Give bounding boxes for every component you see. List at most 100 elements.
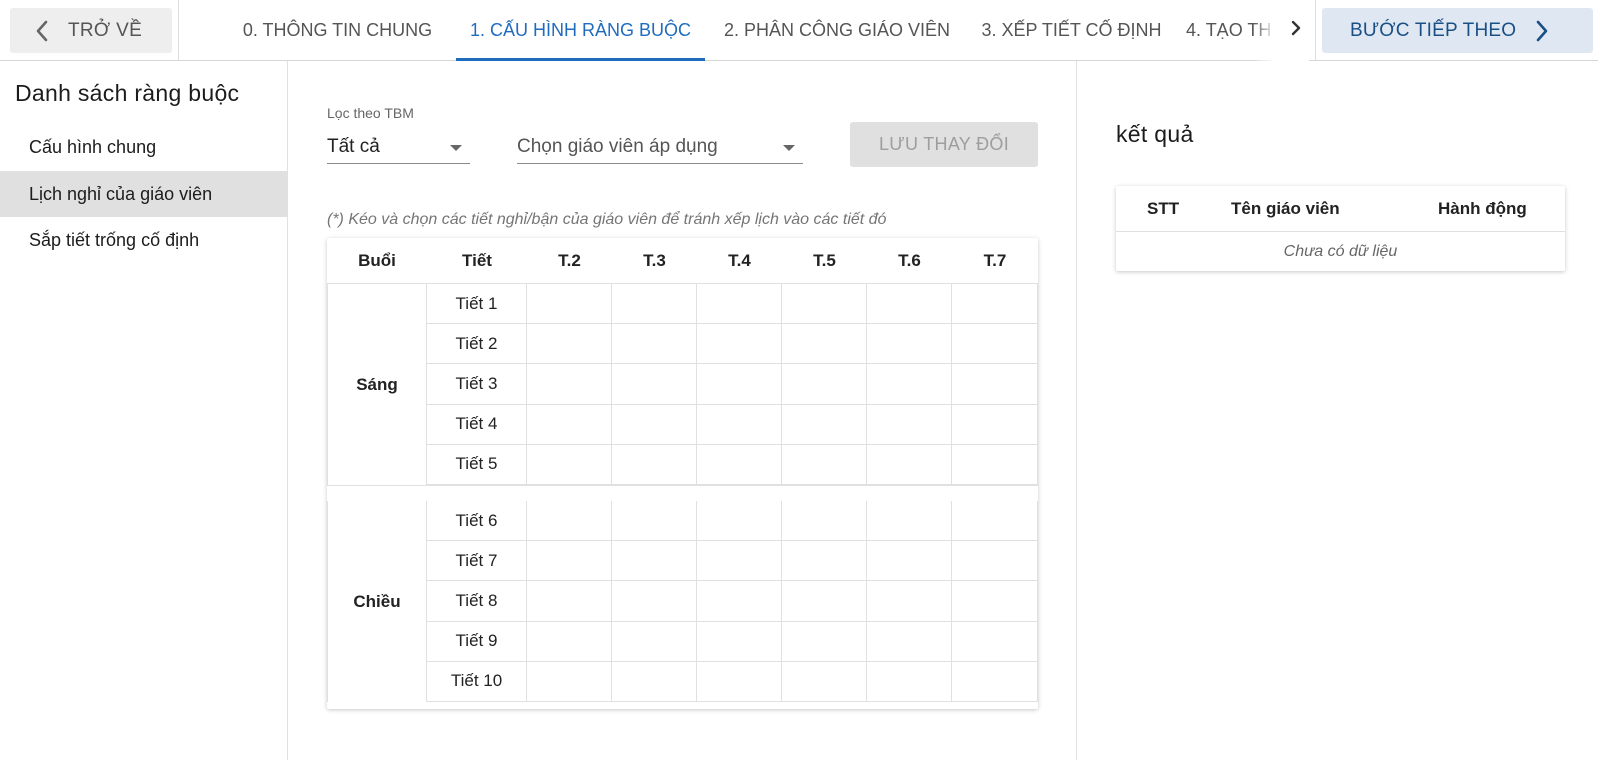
period-label: Tiết 6 [427,501,527,542]
schedule-slot[interactable] [952,621,1038,662]
schedule-slot[interactable] [867,284,952,325]
tab-teacher-assignment[interactable]: 2. PHÂN CÔNG GIÁO VIÊN [714,0,960,61]
schedule-slot[interactable] [527,621,612,662]
schedule-slot[interactable] [782,541,867,582]
period-label: Tiết 2 [427,324,527,365]
schedule-slot[interactable] [782,284,867,325]
schedule-slot[interactable] [612,404,697,445]
schedule-slot[interactable] [952,501,1038,542]
schedule-slot[interactable] [612,324,697,365]
constraints-sidebar: Danh sách ràng buộc Cấu hình chung Lịch … [0,61,288,760]
schedule-slot[interactable] [612,661,697,702]
schedule-slot[interactable] [782,404,867,445]
schedule-slot[interactable] [697,621,782,662]
schedule-slot[interactable] [612,501,697,542]
col-header-day: T.4 [728,250,751,270]
schedule-slot[interactable] [782,621,867,662]
result-title: kết quả [1116,121,1194,147]
period-label: Tiết 9 [427,621,527,662]
schedule-slot[interactable] [527,501,612,542]
schedule-slot[interactable] [782,324,867,365]
schedule-slot[interactable] [527,541,612,582]
schedule-slot[interactable] [697,284,782,325]
period-label: Tiết 7 [427,541,527,582]
schedule-hint: (*) Kéo và chọn các tiết nghỉ/bận của gi… [327,211,887,228]
schedule-slot[interactable] [952,364,1038,405]
schedule-slot[interactable] [782,581,867,622]
schedule-slot[interactable] [867,444,952,485]
schedule-slot[interactable] [612,541,697,582]
period-label: Tiết 4 [427,404,527,445]
schedule-slot[interactable] [867,581,952,622]
schedule-slot[interactable] [867,324,952,365]
tab-general-info[interactable]: 0. THÔNG TIN CHUNG [228,0,447,61]
col-header-day: T.7 [983,250,1007,270]
col-header-session: Buổi [358,250,396,270]
result-table: STT Tên giáo viên Hành động Chưa có dữ l… [1116,186,1565,271]
back-button[interactable]: TRỞ VỀ [10,8,172,53]
schedule-slot[interactable] [952,284,1038,325]
schedule-slot[interactable] [697,501,782,542]
schedule-slot[interactable] [697,404,782,445]
col-header-day: T.3 [643,250,666,270]
schedule-slot[interactable] [612,444,697,485]
schedule-slot[interactable] [867,501,952,542]
schedule-slot[interactable] [782,364,867,405]
panel-divider [1076,61,1077,760]
schedule-slot[interactable] [612,581,697,622]
schedule-slot[interactable] [952,444,1038,485]
schedule-slot[interactable] [527,284,612,325]
tab-fixed-periods[interactable]: 3. XẾP TIẾT CỐ ĐỊNH [968,0,1175,61]
schedule-slot[interactable] [952,661,1038,702]
schedule-slot[interactable] [697,661,782,702]
schedule-slot[interactable] [697,541,782,582]
teacher-select[interactable]: Chọn giáo viên áp dụng [517,132,803,164]
schedule-slot[interactable] [697,444,782,485]
next-step-button[interactable]: BƯỚC TIẾP THEO [1322,8,1593,53]
schedule-slot[interactable] [867,364,952,405]
schedule-slot[interactable] [527,324,612,365]
sidebar-item-teacher-leave[interactable]: Lịch nghỉ của giáo viên [0,171,288,217]
schedule-slot[interactable] [867,404,952,445]
schedule-slot[interactable] [697,364,782,405]
schedule-slot[interactable] [952,404,1038,445]
schedule-slot[interactable] [527,581,612,622]
schedule-slot[interactable] [867,661,952,702]
chevron-right-icon [1530,19,1554,43]
sidebar-title: Danh sách ràng buộc [15,80,240,106]
tabs-scroll-next[interactable] [1283,17,1309,43]
sidebar-item-fixed-free-periods[interactable]: Sắp tiết trống cố định [0,217,288,263]
col-header-day: T.2 [558,250,581,270]
period-label: Tiết 8 [427,581,527,622]
sidebar-item-general-config[interactable]: Cấu hình chung [0,124,288,170]
schedule-slot[interactable] [952,324,1038,365]
next-step-label: BƯỚC TIẾP THEO [1350,19,1517,41]
dropdown-arrow-icon [783,145,795,151]
schedule-slot[interactable] [697,581,782,622]
schedule-slot[interactable] [697,324,782,365]
result-empty-message: Chưa có dữ liệu [1283,242,1398,260]
schedule-slot[interactable] [782,661,867,702]
back-button-label: TRỞ VỀ [68,19,143,41]
period-label: Tiết 3 [427,364,527,405]
top-bar: TRỞ VỀ 0. THÔNG TIN CHUNG 1. CẤU HÌNH RÀ… [0,0,1598,61]
schedule-slot[interactable] [952,581,1038,622]
schedule-slot[interactable] [867,621,952,662]
schedule-slot[interactable] [612,621,697,662]
schedule-slot[interactable] [952,541,1038,582]
schedule-slot[interactable] [612,284,697,325]
tab-constraints[interactable]: 1. CẤU HÌNH RÀNG BUỘC [456,0,705,61]
schedule-slot[interactable] [782,501,867,542]
schedule-slot[interactable] [782,444,867,485]
teacher-select-placeholder: Chọn giáo viên áp dụng [517,136,718,157]
schedule-slot[interactable] [527,364,612,405]
tbm-filter-select[interactable]: Tất cả [327,132,470,164]
save-changes-button[interactable]: LƯU THAY ĐỔI [850,122,1038,167]
schedule-slot[interactable] [527,404,612,445]
schedule-slot[interactable] [527,444,612,485]
schedule-slot[interactable] [612,364,697,405]
schedule-slot[interactable] [527,661,612,702]
session-label: Sáng [327,284,427,485]
schedule-slot[interactable] [867,541,952,582]
leave-schedule-grid: Buổi Tiết T.2 T.3 T.4 T.5 T.6 T.7 Sáng Ti… [327,238,1038,709]
